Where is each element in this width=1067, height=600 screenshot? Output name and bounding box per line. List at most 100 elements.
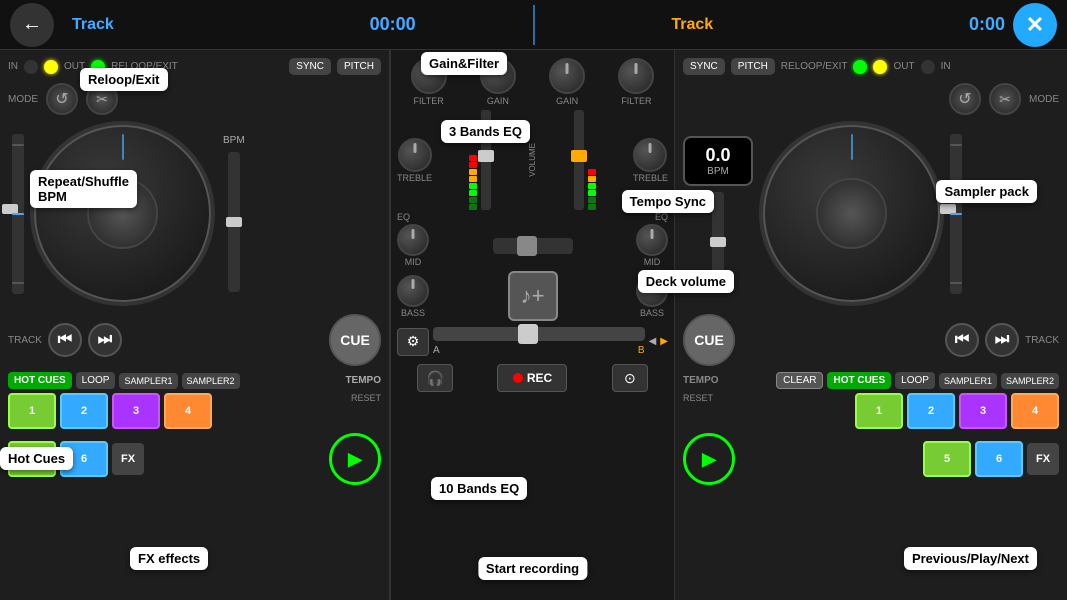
mode-btn-1-left[interactable]: ↺: [46, 83, 78, 115]
jog-wheel-left[interactable]: [30, 121, 215, 306]
crossfader-a-label: A: [433, 345, 440, 356]
pitch-slider-right-left[interactable]: [228, 152, 240, 292]
bass-knob-right[interactable]: [636, 275, 668, 307]
pad-6-left[interactable]: 6: [60, 441, 108, 477]
left-deck: IN OUT RELOOP/EXIT SYNC PITCH MODE ↺ ✂: [0, 50, 390, 600]
filter-knob-right[interactable]: [618, 58, 654, 94]
clear-button[interactable]: CLEAR: [776, 372, 823, 389]
treble-knob-right[interactable]: [633, 138, 667, 172]
hot-cues-tab-left[interactable]: HOT CUES: [8, 372, 72, 389]
pitch-slider-bpm-right[interactable]: [712, 192, 724, 292]
pad-1-left[interactable]: 1: [8, 393, 56, 429]
filter-label-right: FILTER: [621, 96, 651, 106]
out-led-right[interactable]: [873, 60, 887, 74]
back-button[interactable]: ←: [10, 3, 54, 47]
pad-5-right[interactable]: 5: [923, 441, 971, 477]
jog-wheel-right[interactable]: [759, 121, 944, 306]
pad-6-right[interactable]: 6: [975, 441, 1023, 477]
loop-tab-right[interactable]: LOOP: [895, 372, 935, 389]
pad-3-right[interactable]: 3: [959, 393, 1007, 429]
treble-knob-left[interactable]: [398, 138, 432, 172]
mode-btn-1-right[interactable]: ↺: [949, 83, 981, 115]
headphone-button[interactable]: 🎧: [417, 364, 453, 392]
cue-button-right[interactable]: CUE: [683, 314, 735, 366]
pitch-slider-right[interactable]: [950, 134, 962, 294]
pad-3-left[interactable]: 3: [112, 393, 160, 429]
reloop-led-left[interactable]: [91, 60, 105, 74]
annotation-fx-effects: FX effects: [130, 547, 208, 570]
pad-4-left[interactable]: 4: [164, 393, 212, 429]
pad-2-left[interactable]: 2: [60, 393, 108, 429]
close-button[interactable]: ✕: [1013, 3, 1057, 47]
play-button-left[interactable]: ▶: [329, 433, 381, 485]
main-area: IN OUT RELOOP/EXIT SYNC PITCH MODE ↺ ✂: [0, 50, 1067, 600]
pitch-button-right[interactable]: PITCH: [731, 58, 775, 75]
mid-knob-right[interactable]: [636, 224, 668, 256]
track-label-left-bottom: TRACK: [8, 335, 42, 346]
crossfader-b-label: B: [638, 345, 645, 356]
sampler2-tab-left[interactable]: SAMPLER2: [182, 373, 240, 389]
headphone-mix[interactable]: [493, 238, 573, 254]
out-label-right: OUT: [893, 61, 914, 72]
hot-cues-tab-right[interactable]: HOT CUES: [827, 372, 891, 389]
reloop-led-right[interactable]: [853, 60, 867, 74]
reset-label-right[interactable]: RESET: [683, 393, 713, 403]
pad-4-right[interactable]: 4: [1011, 393, 1059, 429]
tempo-label-left: TEMPO: [345, 375, 381, 386]
track-label-right-bottom: TRACK: [1025, 335, 1059, 346]
time-display-right: 0:00: [969, 14, 1005, 35]
next-track-button-left[interactable]: ⏭: [88, 323, 122, 357]
gain-knob-left[interactable]: [480, 58, 516, 94]
rec-button[interactable]: REC: [497, 364, 567, 392]
bpm-label-area-left: BPM: [223, 135, 245, 146]
sampler1-tab-left[interactable]: SAMPLER1: [119, 373, 177, 389]
cue-button-left[interactable]: CUE: [329, 314, 381, 366]
sampler-add-button[interactable]: ♪+: [508, 271, 558, 321]
sampler1-tab-right[interactable]: SAMPLER1: [939, 373, 997, 389]
sampler2-tab-right[interactable]: SAMPLER2: [1001, 373, 1059, 389]
in-led-left[interactable]: [24, 60, 38, 74]
in-label-right: IN: [941, 61, 951, 72]
gain-knob-right[interactable]: [549, 58, 585, 94]
chevron-right-icon: ▶: [660, 336, 668, 347]
equalizer-tool-button[interactable]: ⚙: [397, 328, 429, 356]
bass-knob-left[interactable]: [397, 275, 429, 307]
pitch-slider-left[interactable]: [12, 134, 24, 294]
mid-knob-left[interactable]: [397, 224, 429, 256]
time-display-left: 00:00: [370, 14, 416, 35]
bass-label-right: BASS: [640, 308, 664, 318]
loop-tab-left[interactable]: LOOP: [76, 372, 116, 389]
fx-button-right[interactable]: FX: [1027, 443, 1059, 475]
bpm-display-right: 0.0 BPM: [683, 136, 753, 186]
mid-label-right: MID: [644, 257, 661, 267]
gain-label-left: GAIN: [487, 96, 509, 106]
out-label-left: OUT: [64, 61, 85, 72]
treble-label-right: TREBLE: [633, 173, 668, 183]
mode-btn-2-right[interactable]: ✂: [989, 83, 1021, 115]
pad-1-right[interactable]: 1: [855, 393, 903, 429]
prev-track-button-right[interactable]: ⏮: [945, 323, 979, 357]
target-button[interactable]: ⊙: [612, 364, 648, 392]
next-track-button-right[interactable]: ⏭: [985, 323, 1019, 357]
sync-button-left[interactable]: SYNC: [289, 58, 331, 75]
fx-button-left[interactable]: FX: [112, 443, 144, 475]
pitch-button-left[interactable]: PITCH: [337, 58, 381, 75]
channel-fader-right[interactable]: [574, 110, 584, 210]
play-button-right[interactable]: ▶: [683, 433, 735, 485]
gain-label-right: GAIN: [556, 96, 578, 106]
mode-btn-2-left[interactable]: ✂: [86, 83, 118, 115]
crossfader[interactable]: A B: [433, 327, 645, 356]
eq-label-left: EQ: [397, 212, 410, 222]
in-led-right[interactable]: [921, 60, 935, 74]
filter-knob-left[interactable]: [411, 58, 447, 94]
in-label-left: IN: [8, 61, 18, 72]
pad-5-left[interactable]: 5: [8, 441, 56, 477]
tempo-label-right: TEMPO: [683, 375, 719, 386]
channel-fader-left[interactable]: [481, 110, 491, 210]
prev-track-button-left[interactable]: ⏮: [48, 323, 82, 357]
pad-2-right[interactable]: 2: [907, 393, 955, 429]
mode-label-right: MODE: [1029, 94, 1059, 105]
sync-button-right[interactable]: SYNC: [683, 58, 725, 75]
out-led-left[interactable]: [44, 60, 58, 74]
reset-label-left[interactable]: RESET: [351, 393, 381, 403]
